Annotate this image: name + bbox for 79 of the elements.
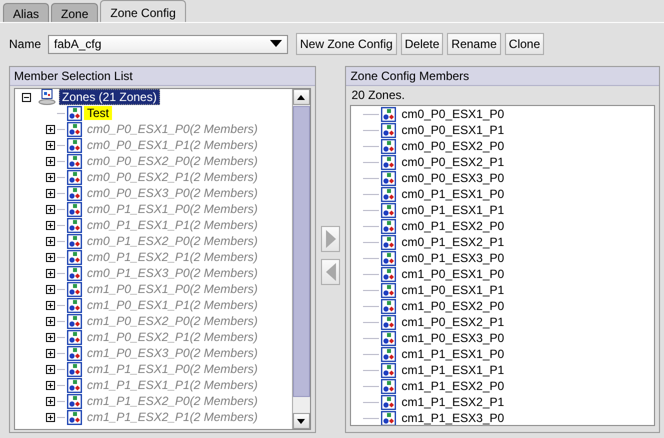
action-button[interactable]: Clone bbox=[504, 33, 544, 55]
name-dropdown[interactable]: fabA_cfg bbox=[48, 34, 288, 54]
zone-item[interactable]: cm1_P0_ESX2_P1 bbox=[398, 315, 508, 329]
zone-item[interactable]: cm0_P1_ESX2_P1 bbox=[398, 235, 508, 249]
zone-icon bbox=[381, 298, 396, 314]
panel-title: Zone Config Members bbox=[346, 67, 659, 86]
zone-icon bbox=[381, 154, 396, 170]
zone-icon bbox=[67, 362, 82, 376]
zone-icon bbox=[381, 346, 396, 362]
zone-icon bbox=[381, 362, 396, 378]
zone-icon bbox=[67, 106, 82, 120]
zone-item[interactable]: cm0_P0_ESX3_P0 bbox=[398, 171, 508, 185]
zone-icon bbox=[67, 378, 82, 392]
name-label: Name bbox=[9, 37, 42, 51]
collapse-icon[interactable] bbox=[22, 92, 31, 102]
zone-item[interactable]: cm0_P1_ESX1_P0 bbox=[398, 187, 508, 201]
zone-item[interactable]: cm1_P1_ESX1_P0 bbox=[398, 347, 508, 361]
right-arrow-icon bbox=[326, 230, 336, 248]
zone-item[interactable]: cm1_P0_ESX1_P0 bbox=[398, 267, 508, 281]
tab[interactable]: Alias bbox=[3, 3, 50, 22]
zone-icon bbox=[381, 250, 396, 266]
scroll-down-icon[interactable] bbox=[297, 418, 306, 424]
zone-icon bbox=[381, 266, 396, 282]
zone-icon bbox=[67, 330, 82, 344]
zone-icon bbox=[67, 138, 82, 152]
zone-icon bbox=[381, 122, 396, 138]
zone-icon bbox=[67, 298, 82, 312]
tab[interactable]: Zone bbox=[51, 3, 98, 22]
action-button[interactable]: Delete bbox=[400, 33, 444, 55]
zone-icon bbox=[67, 250, 82, 264]
zone-icon bbox=[381, 378, 396, 394]
zone-icon bbox=[67, 218, 82, 232]
zone-item[interactable]: cm1_P1_ESX1_P1 bbox=[398, 363, 508, 377]
zone-item[interactable]: cm0_P1_ESX3_P0 bbox=[398, 251, 508, 265]
zone-icon bbox=[67, 282, 82, 296]
zone-icon bbox=[67, 186, 82, 200]
zone-icon bbox=[381, 138, 396, 154]
zone-item[interactable]: cm1_P1_ESX3_P0 bbox=[398, 411, 508, 425]
zone-icon bbox=[381, 314, 396, 330]
zone-count: 20 Zones. bbox=[350, 87, 406, 104]
scroll-up-icon[interactable] bbox=[297, 94, 306, 100]
zone-item[interactable]: cm1_P0_ESX1_P1 bbox=[398, 283, 508, 297]
zone-icon bbox=[381, 186, 396, 202]
zone-item[interactable]: cm1_P0_ESX2_P0 bbox=[398, 299, 508, 313]
zone-item[interactable]: cm1_P1_ESX2_P1 bbox=[398, 395, 508, 409]
zone-icon bbox=[67, 122, 82, 136]
zone-icon bbox=[67, 346, 82, 360]
zone-icon bbox=[67, 410, 82, 424]
tree-item[interactable]: Test bbox=[84, 106, 112, 120]
left-arrow-icon bbox=[326, 263, 336, 281]
zone-icon bbox=[381, 170, 396, 186]
zone-icon bbox=[67, 234, 82, 248]
tab[interactable]: Zone Config bbox=[100, 0, 186, 22]
zone-icon bbox=[381, 218, 396, 234]
zone-icon bbox=[67, 170, 82, 184]
zone-item[interactable]: cm0_P0_ESX2_P1 bbox=[398, 155, 508, 169]
zone-icon bbox=[67, 266, 82, 280]
zone-icon bbox=[67, 394, 82, 408]
zone-icon bbox=[67, 314, 82, 328]
scrollbar[interactable] bbox=[292, 89, 310, 429]
zone-item[interactable]: cm1_P0_ESX3_P0 bbox=[398, 331, 508, 345]
zone-item[interactable]: cm0_P0_ESX1_P0 bbox=[398, 107, 508, 121]
zone-icon bbox=[381, 202, 396, 218]
zone-icon bbox=[67, 202, 82, 216]
dropdown-arrow-icon bbox=[270, 40, 282, 48]
action-button[interactable]: Rename bbox=[447, 33, 501, 55]
zone-icon bbox=[381, 234, 396, 250]
zone-item[interactable]: cm0_P0_ESX2_P0 bbox=[398, 139, 508, 153]
zone-icon bbox=[381, 394, 396, 410]
zone-item[interactable]: cm0_P1_ESX1_P1 bbox=[398, 203, 508, 217]
panel-title: Member Selection List bbox=[10, 67, 315, 86]
tree-root[interactable]: Zones (21 Zones) bbox=[59, 89, 160, 105]
zone-item[interactable]: cm0_P0_ESX1_P1 bbox=[398, 123, 508, 137]
zone-icon bbox=[67, 154, 82, 168]
zone-icon bbox=[381, 330, 396, 346]
zone-item[interactable]: cm0_P1_ESX2_P0 bbox=[398, 219, 508, 233]
zone-item[interactable]: cm1_P1_ESX2_P0 bbox=[398, 379, 508, 393]
zone-icon bbox=[381, 282, 396, 298]
action-button[interactable]: New Zone Config bbox=[296, 33, 397, 55]
